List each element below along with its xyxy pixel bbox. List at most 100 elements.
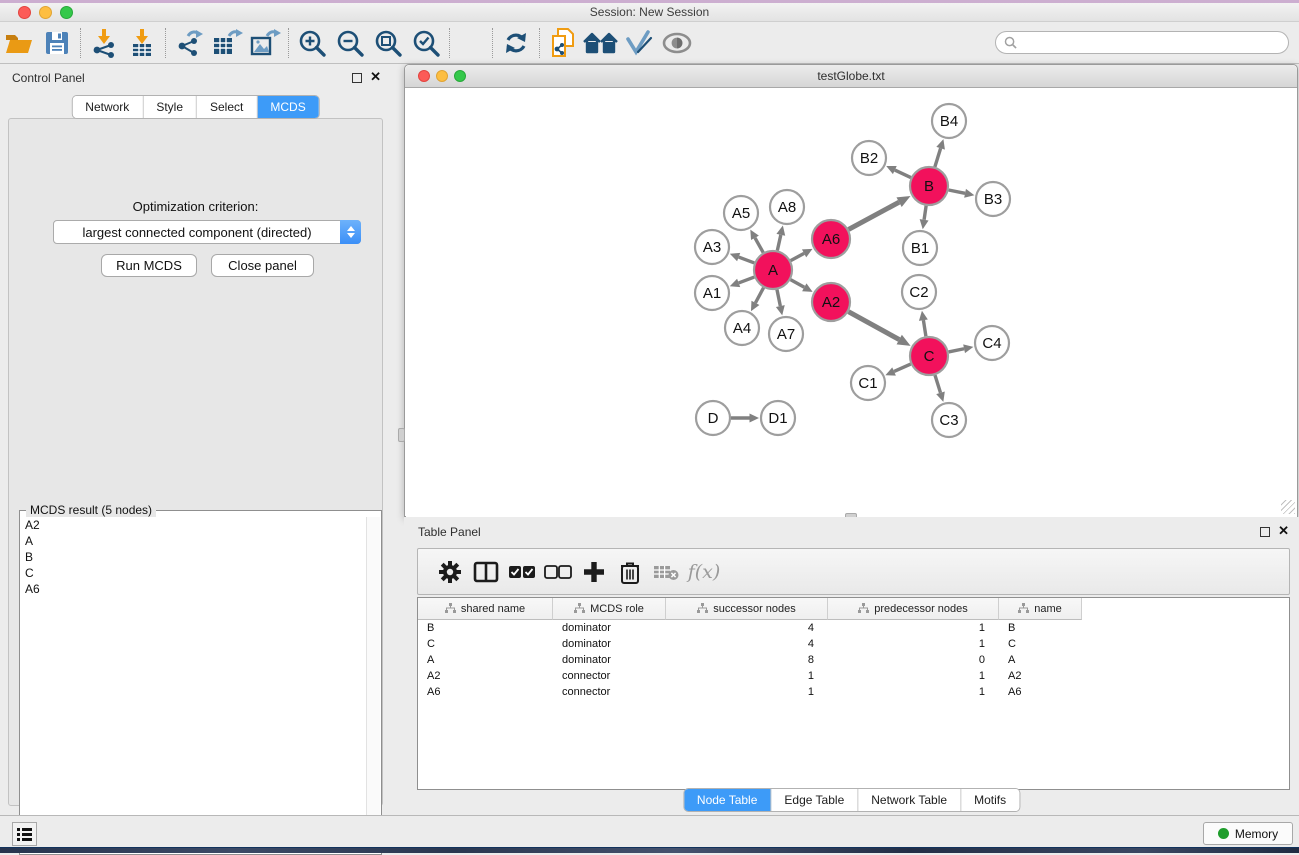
- tab-motifs[interactable]: Motifs: [961, 789, 1019, 811]
- add-column-button[interactable]: [576, 554, 612, 590]
- clone-network-button[interactable]: [544, 26, 582, 60]
- export-image-button[interactable]: [246, 26, 284, 60]
- mcds-result-list[interactable]: A2ABCA6: [21, 517, 367, 853]
- tab-mcds[interactable]: MCDS: [257, 96, 318, 118]
- column-header-shared-name[interactable]: shared name: [418, 598, 553, 620]
- validate-button[interactable]: [620, 26, 658, 60]
- graph-edge-C-C1[interactable]: [894, 364, 911, 371]
- close-traffic-light-icon[interactable]: [18, 6, 31, 19]
- search-input[interactable]: [1017, 33, 1288, 52]
- select-all-columns-button[interactable]: [504, 554, 540, 590]
- zoom-out-button[interactable]: [331, 26, 369, 60]
- graph-node-label: C1: [858, 375, 877, 392]
- validate-icon: [624, 29, 654, 57]
- mcds-result-item[interactable]: A: [21, 533, 367, 549]
- split-divider-handle[interactable]: [398, 428, 405, 442]
- table-settings-button[interactable]: [432, 554, 468, 590]
- mcds-result-item[interactable]: C: [21, 565, 367, 581]
- table-row[interactable]: Cdominator41C: [418, 636, 1289, 652]
- table-row[interactable]: A2connector11A2: [418, 668, 1289, 684]
- mcds-result-title: MCDS result (5 nodes): [26, 503, 156, 517]
- zoom-in-button[interactable]: [293, 26, 331, 60]
- table-row[interactable]: A6connector11A6: [418, 684, 1289, 700]
- zoom-fit-button[interactable]: [369, 26, 407, 60]
- graph-edge-A-A3[interactable]: [739, 257, 755, 263]
- import-table-button[interactable]: [123, 26, 161, 60]
- export-table-button[interactable]: [208, 26, 246, 60]
- export-network-button[interactable]: [170, 26, 208, 60]
- tab-node-table[interactable]: Node Table: [684, 789, 772, 811]
- mcds-result-item[interactable]: A6: [21, 581, 367, 597]
- column-header-MCDS-role[interactable]: MCDS role: [553, 598, 666, 620]
- close-panel-icon[interactable]: ✕: [1278, 523, 1289, 539]
- save-icon: [43, 29, 71, 57]
- mcds-result-item[interactable]: B: [21, 549, 367, 565]
- run-mcds-button[interactable]: Run MCDS: [101, 254, 197, 277]
- delete-columns-button[interactable]: [612, 554, 648, 590]
- column-header-successor-nodes[interactable]: successor nodes: [666, 598, 828, 620]
- minimize-traffic-light-icon[interactable]: [39, 6, 52, 19]
- graph-edge-A6-B[interactable]: [849, 202, 900, 229]
- graph-edge-C-C3[interactable]: [935, 375, 941, 393]
- import-network-button[interactable]: [85, 26, 123, 60]
- criterion-dropdown[interactable]: largest connected component (directed): [53, 220, 361, 244]
- minimize-traffic-light-icon[interactable]: [436, 70, 448, 82]
- delete-table-button[interactable]: [648, 554, 684, 590]
- graph-edge-A-A4[interactable]: [755, 288, 763, 303]
- home-button[interactable]: [582, 26, 620, 60]
- network-canvas[interactable]: B4B2BB3A5A8A6B1A3AC2A1A2A4A7C4CC1C3DD1: [406, 89, 1297, 517]
- graph-edge-A-A6[interactable]: [791, 253, 804, 260]
- close-panel-icon[interactable]: ✕: [370, 69, 381, 85]
- import-network-icon: [89, 28, 119, 58]
- float-panel-icon[interactable]: [352, 73, 362, 83]
- zoom-fit-icon: [373, 28, 403, 58]
- graph-node-label: A5: [732, 205, 750, 222]
- tab-network[interactable]: Network: [72, 96, 143, 118]
- graph-edge-A-A7[interactable]: [777, 290, 780, 306]
- toggle-panel-layout-button[interactable]: [468, 554, 504, 590]
- graph-edge-C-C4[interactable]: [949, 349, 965, 352]
- table-row[interactable]: Adominator80A: [418, 652, 1289, 668]
- graph-edge-A-A1[interactable]: [739, 277, 755, 283]
- table-row[interactable]: Bdominator41B: [418, 620, 1289, 636]
- close-traffic-light-icon[interactable]: [418, 70, 430, 82]
- graph-edge-arrowhead: [936, 139, 945, 149]
- search-input-container[interactable]: [995, 31, 1289, 54]
- close-panel-button[interactable]: Close panel: [211, 254, 314, 277]
- memory-button[interactable]: Memory: [1203, 822, 1293, 845]
- mcds-result-item[interactable]: A2: [21, 517, 367, 533]
- float-panel-icon[interactable]: [1260, 527, 1270, 537]
- tab-select[interactable]: Select: [197, 96, 257, 118]
- window-resize-grip[interactable]: [1281, 500, 1295, 514]
- zoom-traffic-light-icon[interactable]: [454, 70, 466, 82]
- show-hide-panels-button[interactable]: [658, 26, 696, 60]
- toolbar-separator: [539, 28, 540, 58]
- deselect-all-columns-button[interactable]: [540, 554, 576, 590]
- zoom-traffic-light-icon[interactable]: [60, 6, 73, 19]
- refresh-button[interactable]: [497, 26, 535, 60]
- open-session-button[interactable]: [0, 26, 38, 60]
- tab-style[interactable]: Style: [143, 96, 197, 118]
- graph-edge-B-B2[interactable]: [895, 170, 911, 177]
- graph-edge-B-B3[interactable]: [949, 190, 965, 193]
- task-history-button[interactable]: [12, 822, 37, 846]
- tab-network-table[interactable]: Network Table: [858, 789, 961, 811]
- graph-edge-B-B1[interactable]: [924, 206, 926, 220]
- mcds-result-scrollbar[interactable]: [366, 517, 380, 853]
- graph-edge-C-C2[interactable]: [923, 320, 926, 336]
- graph-edge-B-B4[interactable]: [935, 148, 941, 167]
- function-builder-button[interactable]: f(x): [684, 554, 720, 590]
- zoom-selected-button[interactable]: [407, 26, 445, 60]
- column-header-predecessor-nodes[interactable]: predecessor nodes: [828, 598, 999, 620]
- save-session-button[interactable]: [38, 26, 76, 60]
- network-window-titlebar[interactable]: testGlobe.txt: [405, 65, 1297, 88]
- tab-edge-table[interactable]: Edge Table: [771, 789, 858, 811]
- graph-edge-A-A2[interactable]: [791, 280, 805, 288]
- column-header-name[interactable]: name: [999, 598, 1082, 620]
- graph-edge-A-A5[interactable]: [755, 238, 763, 253]
- toolbar-separator: [288, 28, 289, 58]
- node-table[interactable]: shared nameMCDS rolesuccessor nodesprede…: [417, 597, 1290, 790]
- graph-edge-A2-C[interactable]: [849, 312, 900, 340]
- table-cell: A: [999, 652, 1082, 668]
- graph-edge-A-A8[interactable]: [777, 235, 780, 251]
